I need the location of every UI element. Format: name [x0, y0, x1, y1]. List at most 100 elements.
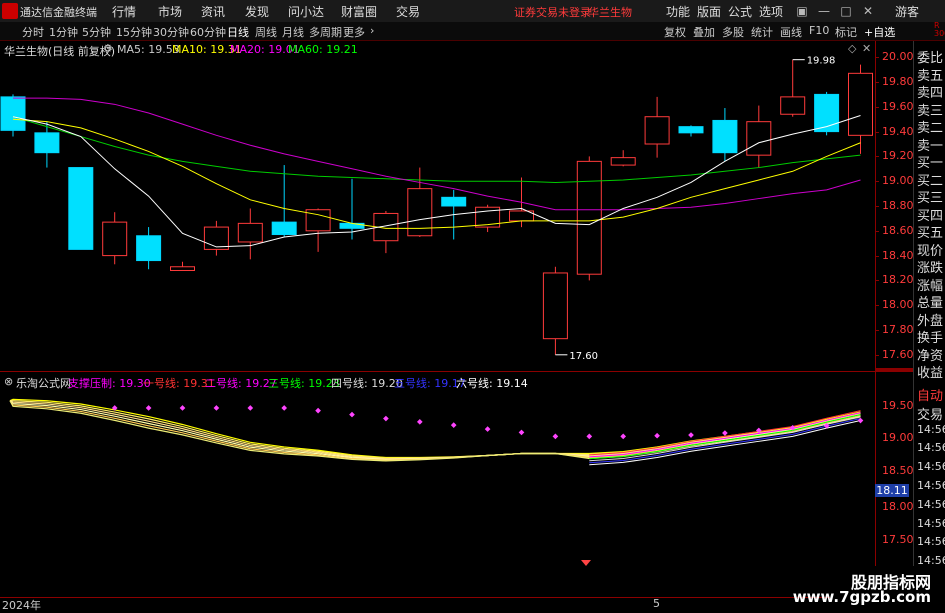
candle-body [848, 72, 873, 136]
candle-body [136, 235, 162, 262]
maximize-icon[interactable]: □ [837, 2, 855, 20]
menu-wealth[interactable]: 财富圈 [341, 3, 377, 20]
quote-side-panel: R300 委比卖五卖四卖三卖二卖一买一买二买三买四买五现价涨跌涨幅总量外盘换手净… [913, 22, 945, 597]
tick-time-label: 14:56 [917, 479, 945, 492]
quote-label[interactable]: 卖二 [917, 117, 943, 136]
quote-label[interactable]: 卖四 [917, 82, 943, 101]
price-tick-mark [875, 106, 879, 108]
quote-label[interactable]: 现价 [917, 240, 943, 259]
price-tick-mark [875, 181, 879, 183]
menu-market[interactable]: 市场 [158, 3, 182, 20]
watermark-url: www.7gpzb.com [792, 588, 931, 606]
current-value-tag: 18.11 [875, 484, 909, 497]
indicator-ribbon-line [9, 400, 861, 459]
candle-body [170, 266, 195, 271]
quote-label[interactable]: 买三 [917, 187, 943, 206]
quote-label[interactable]: 买五 [917, 222, 943, 241]
candle-body [644, 116, 670, 145]
candle-body [746, 121, 772, 156]
price-tick-mark [875, 131, 879, 133]
period-tab-daily[interactable]: 日线 [227, 24, 249, 40]
candle-body [0, 96, 26, 131]
indicator-tick-label: 18.50 [882, 464, 914, 477]
period-tab-5min[interactable]: 5分钟 [82, 24, 111, 40]
period-tab-30min[interactable]: 30分钟 [153, 24, 189, 40]
statistics-button[interactable]: 统计 [751, 24, 773, 40]
price-tick-label: 19.80 [882, 75, 914, 88]
quote-label[interactable]: 涨幅 [917, 275, 943, 294]
quote-label[interactable]: 净资 [917, 345, 943, 364]
multi-stock-button[interactable]: 多股 [722, 24, 744, 40]
period-tab-1min[interactable]: 1分钟 [49, 24, 78, 40]
quote-label[interactable]: 卖三 [917, 100, 943, 119]
menu-options[interactable]: 选项 [759, 3, 783, 20]
period-toolbar: 分时 1分钟 5分钟 15分钟 30分钟 60分钟 日线 周线 月线 多周期 更… [0, 22, 945, 41]
tick-time-label: 14:56 [917, 535, 945, 549]
price-tick-mark [875, 206, 879, 207]
menu-news[interactable]: 资讯 [201, 3, 225, 20]
candle-body [542, 272, 568, 340]
period-tab-weekly[interactable]: 周线 [255, 24, 277, 40]
quote-label[interactable]: 总量 [917, 292, 943, 311]
candle-body [271, 221, 297, 236]
candlestick-chart[interactable]: 19.98 17.60 [0, 41, 913, 371]
mark-button[interactable]: 标记 [835, 24, 857, 40]
quote-label[interactable]: 买一 [917, 152, 943, 171]
quote-label[interactable]: 外盘 [917, 310, 943, 329]
period-tab-multi[interactable]: 多周期 [309, 24, 342, 40]
period-tab-monthly[interactable]: 月线 [282, 24, 304, 40]
guest-label[interactable]: 游客 [895, 3, 919, 20]
minimize-icon[interactable]: — [815, 2, 833, 20]
candle-body [237, 222, 263, 243]
menu-function[interactable]: 功能 [666, 3, 690, 20]
quote-label[interactable]: 买二 [917, 170, 943, 189]
close-icon[interactable]: ✕ [859, 2, 877, 20]
support-dot [349, 411, 355, 418]
support-dot [552, 433, 559, 440]
f10-button[interactable]: F10 [809, 24, 829, 37]
add-watchlist-button[interactable]: +自选 [864, 24, 895, 40]
quote-label[interactable]: 卖五 [917, 65, 943, 84]
period-tab-60min[interactable]: 60分钟 [190, 24, 226, 40]
tick-time-label: 14:56 [917, 441, 945, 455]
quote-label[interactable]: 涨跌 [917, 257, 943, 276]
indicator-tick-label: 17.50 [882, 533, 914, 546]
candle-body [203, 226, 229, 250]
quote-label[interactable]: 买四 [917, 205, 943, 224]
support-dot [315, 407, 321, 414]
indicator-chart[interactable] [0, 373, 913, 598]
candle-body [678, 126, 704, 134]
draw-line-button[interactable]: 画线 [780, 24, 802, 40]
quote-label[interactable]: 委比 [917, 47, 943, 66]
date-month-mark: 5 [653, 597, 660, 610]
price-tick-mark [875, 82, 879, 83]
price-tick-label: 18.00 [882, 298, 914, 312]
menu-quotes[interactable]: 行情 [112, 3, 136, 20]
stock-title: 华兰生物 [588, 6, 632, 19]
overlay-button[interactable]: 叠加 [693, 24, 715, 40]
period-tab-more[interactable]: 更多 [343, 24, 365, 40]
tick-time-label: 14:56 [917, 422, 945, 436]
price-tick-label: 17.80 [882, 323, 914, 336]
indicator-tick-label: 19.00 [882, 431, 914, 444]
period-tab-intraday[interactable]: 分时 [22, 24, 44, 40]
quote-label[interactable]: 卖一 [917, 135, 943, 154]
more-chevron-icon[interactable]: › [370, 24, 374, 37]
restore-rights-button[interactable]: 复权 [664, 24, 686, 40]
menu-discover[interactable]: 发现 [245, 3, 269, 20]
support-dot [688, 432, 694, 438]
menu-trade[interactable]: 交易 [396, 3, 420, 20]
support-dot [383, 415, 389, 422]
support-dot [484, 426, 491, 432]
menu-layout[interactable]: 版面 [697, 3, 721, 20]
tick-time-label: 交易 [917, 407, 944, 423]
period-tab-15min[interactable]: 15分钟 [116, 24, 152, 40]
menu-formula[interactable]: 公式 [728, 3, 752, 20]
menu-ask[interactable]: 问小达 [288, 3, 324, 20]
price-tick-mark [875, 156, 879, 158]
login-notice[interactable]: 证券交易未登录 [514, 4, 591, 20]
app-logo-icon [2, 3, 18, 19]
quote-label[interactable]: 换手 [917, 327, 943, 346]
skin-icon[interactable]: ▣ [793, 2, 811, 20]
quote-label[interactable]: 收益 [917, 362, 943, 381]
